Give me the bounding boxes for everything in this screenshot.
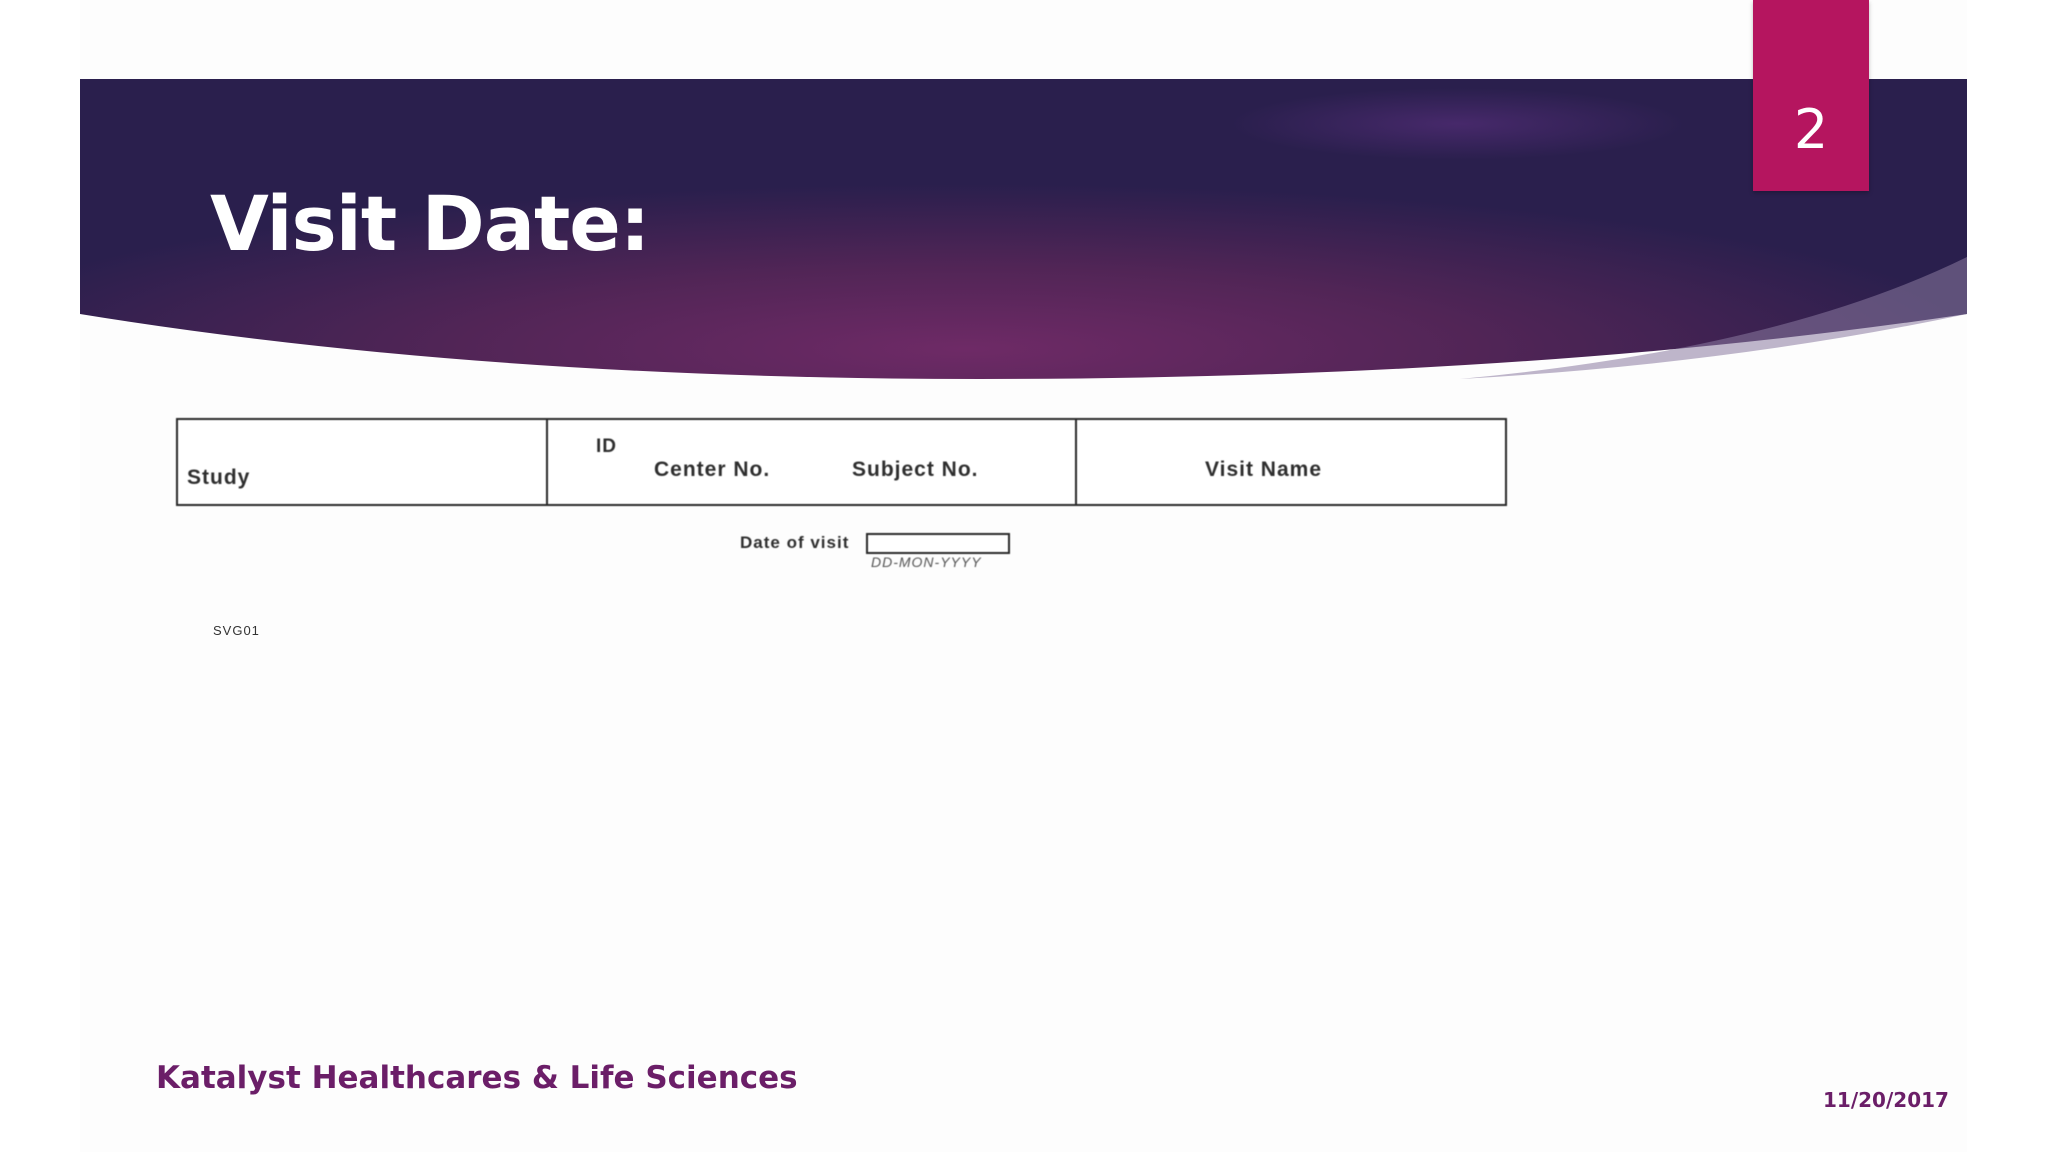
study-cell: Study xyxy=(178,420,548,504)
footer-date: 11/20/2017 xyxy=(1823,1088,1949,1112)
study-label: Study xyxy=(187,466,251,489)
date-of-visit-field xyxy=(866,533,1010,554)
visit-name-cell: Visit Name xyxy=(1077,420,1505,504)
crf-header-table: Study ID Center No. Subject No. Visit Na… xyxy=(176,418,1507,506)
page-number: 2 xyxy=(1793,98,1829,161)
visit-name-label: Visit Name xyxy=(1205,458,1322,481)
slide-title: Visit Date: xyxy=(210,179,650,268)
id-cell: ID Center No. Subject No. xyxy=(548,420,1077,504)
center-no-label: Center No. xyxy=(654,458,771,481)
form-code: SVG01 xyxy=(213,623,260,638)
id-label: ID xyxy=(596,436,617,457)
date-format-hint: DD-MON-YYYY xyxy=(871,554,982,570)
page-number-badge: 2 xyxy=(1753,0,1869,191)
date-of-visit-label: Date of visit xyxy=(740,533,850,552)
slide: Visit Date: 2 Study ID Center No. Subjec… xyxy=(0,0,2048,1152)
subject-no-label: Subject No. xyxy=(852,458,979,481)
footer-company-name: Katalyst Healthcares & Life Sciences xyxy=(156,1060,798,1096)
